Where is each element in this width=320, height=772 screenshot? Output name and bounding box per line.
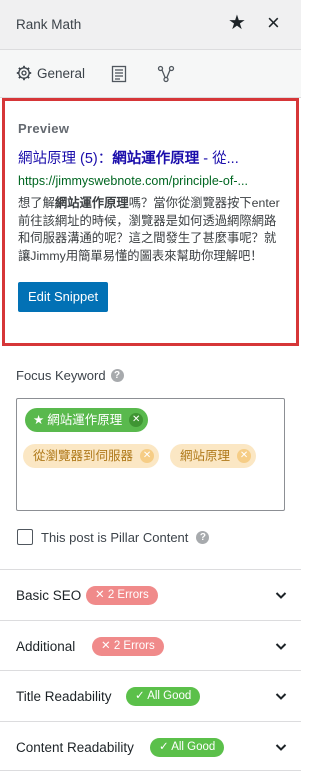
panel-title: Rank Math [16,17,82,32]
keyword-tag[interactable]: 從瀏覽器到伺服器 ✕ [23,444,160,468]
snippet-preview: Preview 網站原理 (5)：網站運作原理 - 從... https://j… [2,98,299,346]
preview-title-keyword: 網站運作原理 [112,151,200,167]
keyword-tag-text: 從瀏覽器到伺服器 [33,449,134,463]
section-title-readability[interactable]: Title Readability ✓ All Good [0,670,301,721]
pillar-content-option: This post is Pillar Content ? [17,529,210,545]
star-icon[interactable]: ★ [228,13,246,33]
keyword-tag-text: 網站原理 [180,449,231,463]
help-icon[interactable]: ? [196,530,210,544]
status-badge: ✓ All Good [150,737,225,757]
pillar-content-label: This post is Pillar Content [41,529,189,545]
close-icon[interactable]: × [267,11,280,35]
chevron-down-icon[interactable] [275,741,287,753]
keyword-tag[interactable]: 網站原理 ✕ [170,444,257,468]
analysis-sections: Basic SEO ✕ 2 Errors Additional ✕ 2 Erro… [0,569,301,771]
social-share-icon[interactable] [157,65,175,83]
status-badge: ✕ 2 Errors [86,586,158,605]
chevron-down-icon[interactable] [275,690,287,702]
preview-url: https://jimmyswebnote.com/principle-of-.… [18,174,248,188]
preview-label: Preview [18,121,70,136]
help-icon[interactable]: ? [110,369,124,382]
star-icon: ★ [33,413,45,427]
preview-title[interactable]: 網站原理 (5)：網站運作原理 - 從... [18,150,282,168]
sidebar-header: Rank Math ★ × [0,0,301,50]
section-title: Title Readability [16,689,112,704]
section-title: Basic SEO [16,588,82,603]
keyword-tag-primary[interactable]: ★ 網站運作原理 ✕ [25,408,149,432]
section-additional[interactable]: Additional ✕ 2 Errors [0,619,301,671]
section-title: Additional [16,638,76,654]
chevron-down-icon[interactable] [275,640,287,652]
remove-tag-icon[interactable]: ✕ [129,413,144,427]
preview-title-part: - 從... [199,151,239,167]
preview-desc-part: 想了解 [18,196,55,210]
focus-keyword-input[interactable]: ★ 網站運作原理 ✕ 從瀏覽器到伺服器 ✕ 網站原理 ✕ [16,398,285,511]
remove-tag-icon[interactable]: ✕ [237,449,252,463]
preview-title-part: (5)： [80,151,113,167]
section-basic-seo[interactable]: Basic SEO ✕ 2 Errors [0,569,301,620]
focus-keyword-label-text: Focus Keyword [16,368,106,383]
gear-icon [16,65,32,81]
keyword-tag-text: 網站運作原理 [47,413,123,427]
edit-snippet-button[interactable]: Edit Snippet [18,282,109,313]
pillar-content-checkbox[interactable] [17,529,33,545]
preview-description: 想了解網站運作原理嗎？當你從瀏覽器按下enter前往該網址的時候，瀏覽器是如何透… [18,195,282,265]
section-title: Content Readability [16,739,134,755]
tab-general[interactable]: General [16,65,85,81]
preview-title-part: 網站原理 [18,151,81,167]
status-badge: ✓ All Good [126,687,201,706]
preview-desc-keyword: 網站運作原理 [54,196,129,210]
section-content-readability[interactable]: Content Readability ✓ All Good [0,720,301,771]
focus-keyword-label: Focus Keyword ? [16,368,124,383]
remove-tag-icon[interactable]: ✕ [140,449,155,463]
status-badge: ✕ 2 Errors [92,636,164,656]
schema-icon[interactable] [110,65,128,83]
chevron-down-icon[interactable] [275,589,287,601]
tab-bar: General [0,50,301,98]
tab-general-label: General [37,65,86,81]
